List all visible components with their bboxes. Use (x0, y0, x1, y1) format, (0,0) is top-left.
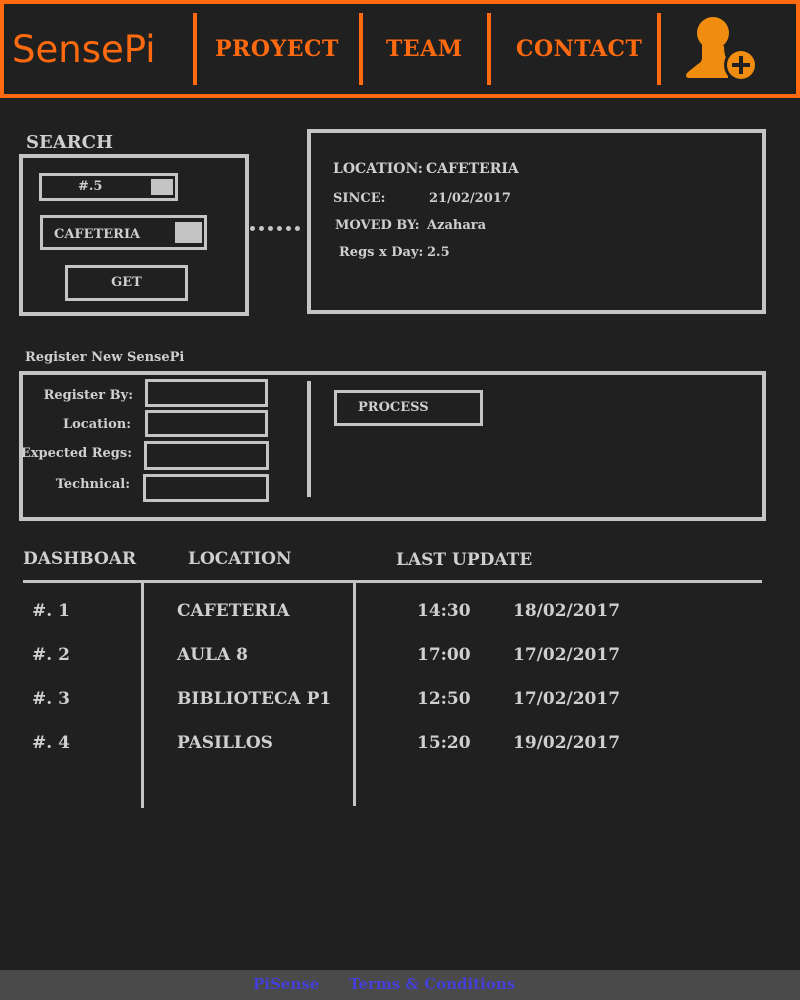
row-location: PASILLOS (177, 733, 273, 753)
register-divider (307, 381, 311, 497)
process-button[interactable]: PROCESS (334, 390, 483, 426)
column-divider (141, 583, 144, 808)
row-time: 15:20 (417, 733, 471, 753)
technical-label: Technical: (55, 477, 130, 492)
technical-input[interactable] (143, 474, 269, 502)
location-header: LOCATION (188, 549, 292, 569)
footer-link-pisense[interactable]: PiSense (253, 975, 319, 993)
row-id: #. 2 (32, 645, 70, 665)
row-id: #. 3 (32, 689, 70, 709)
row-date: 18/02/2017 (513, 601, 621, 621)
user-add-icon[interactable] (684, 12, 762, 84)
row-date: 17/02/2017 (513, 645, 621, 665)
location-input[interactable] (145, 410, 268, 437)
search-location-toggle[interactable] (175, 222, 202, 243)
location-label: LOCATION: (333, 161, 423, 177)
row-time: 12:50 (417, 689, 471, 709)
nav-proyect[interactable]: PROYECT (215, 36, 339, 62)
row-time: 17:00 (417, 645, 471, 665)
expected-regs-input[interactable] (144, 441, 269, 470)
search-title: SEARCH (26, 132, 113, 153)
row-id: #. 4 (32, 733, 70, 753)
row-location: CAFETERIA (177, 601, 290, 621)
register-by-input[interactable] (145, 379, 268, 407)
location-input-label: Location: (62, 417, 131, 432)
row-date: 17/02/2017 (513, 689, 621, 709)
moved-by-label: MOVED BY: (335, 218, 420, 233)
nav-divider (487, 13, 491, 85)
search-location-value: CAFETERIA (54, 227, 141, 242)
table-header-rule (23, 580, 762, 583)
row-time: 14:30 (417, 601, 471, 621)
row-location: BIBLIOTECA P1 (177, 689, 332, 709)
nav-team[interactable]: TEAM (386, 36, 463, 62)
regs-label: Regs x Day: (339, 245, 424, 260)
register-by-label: Register By: (43, 388, 133, 403)
row-id: #. 1 (32, 601, 70, 621)
connector-dots (250, 226, 300, 231)
last-update-header: LAST UPDATE (396, 550, 533, 570)
logo[interactable]: SensePi (12, 28, 156, 71)
dashboard-header: DASHBOAR (23, 549, 137, 569)
search-id-toggle[interactable] (151, 179, 173, 195)
nav-contact[interactable]: CONTACT (516, 36, 642, 62)
since-value: 21/02/2017 (429, 191, 511, 206)
get-button[interactable]: GET (65, 265, 188, 301)
row-date: 19/02/2017 (513, 733, 621, 753)
footer-link-terms[interactable]: Terms & Conditions (349, 975, 515, 993)
register-title: Register New SensePi (25, 350, 185, 365)
since-label: SINCE: (333, 191, 386, 206)
nav-divider (359, 13, 363, 85)
row-location: AULA 8 (177, 645, 248, 665)
column-divider (353, 583, 356, 806)
nav-divider (657, 13, 661, 85)
location-value: CAFETERIA (426, 161, 519, 177)
expected-regs-label: Expected Regs: (20, 446, 132, 461)
search-id-value: #.5 (78, 179, 103, 194)
nav-divider (193, 13, 197, 85)
regs-value: 2.5 (427, 245, 450, 260)
moved-by-value: Azahara (427, 218, 487, 233)
